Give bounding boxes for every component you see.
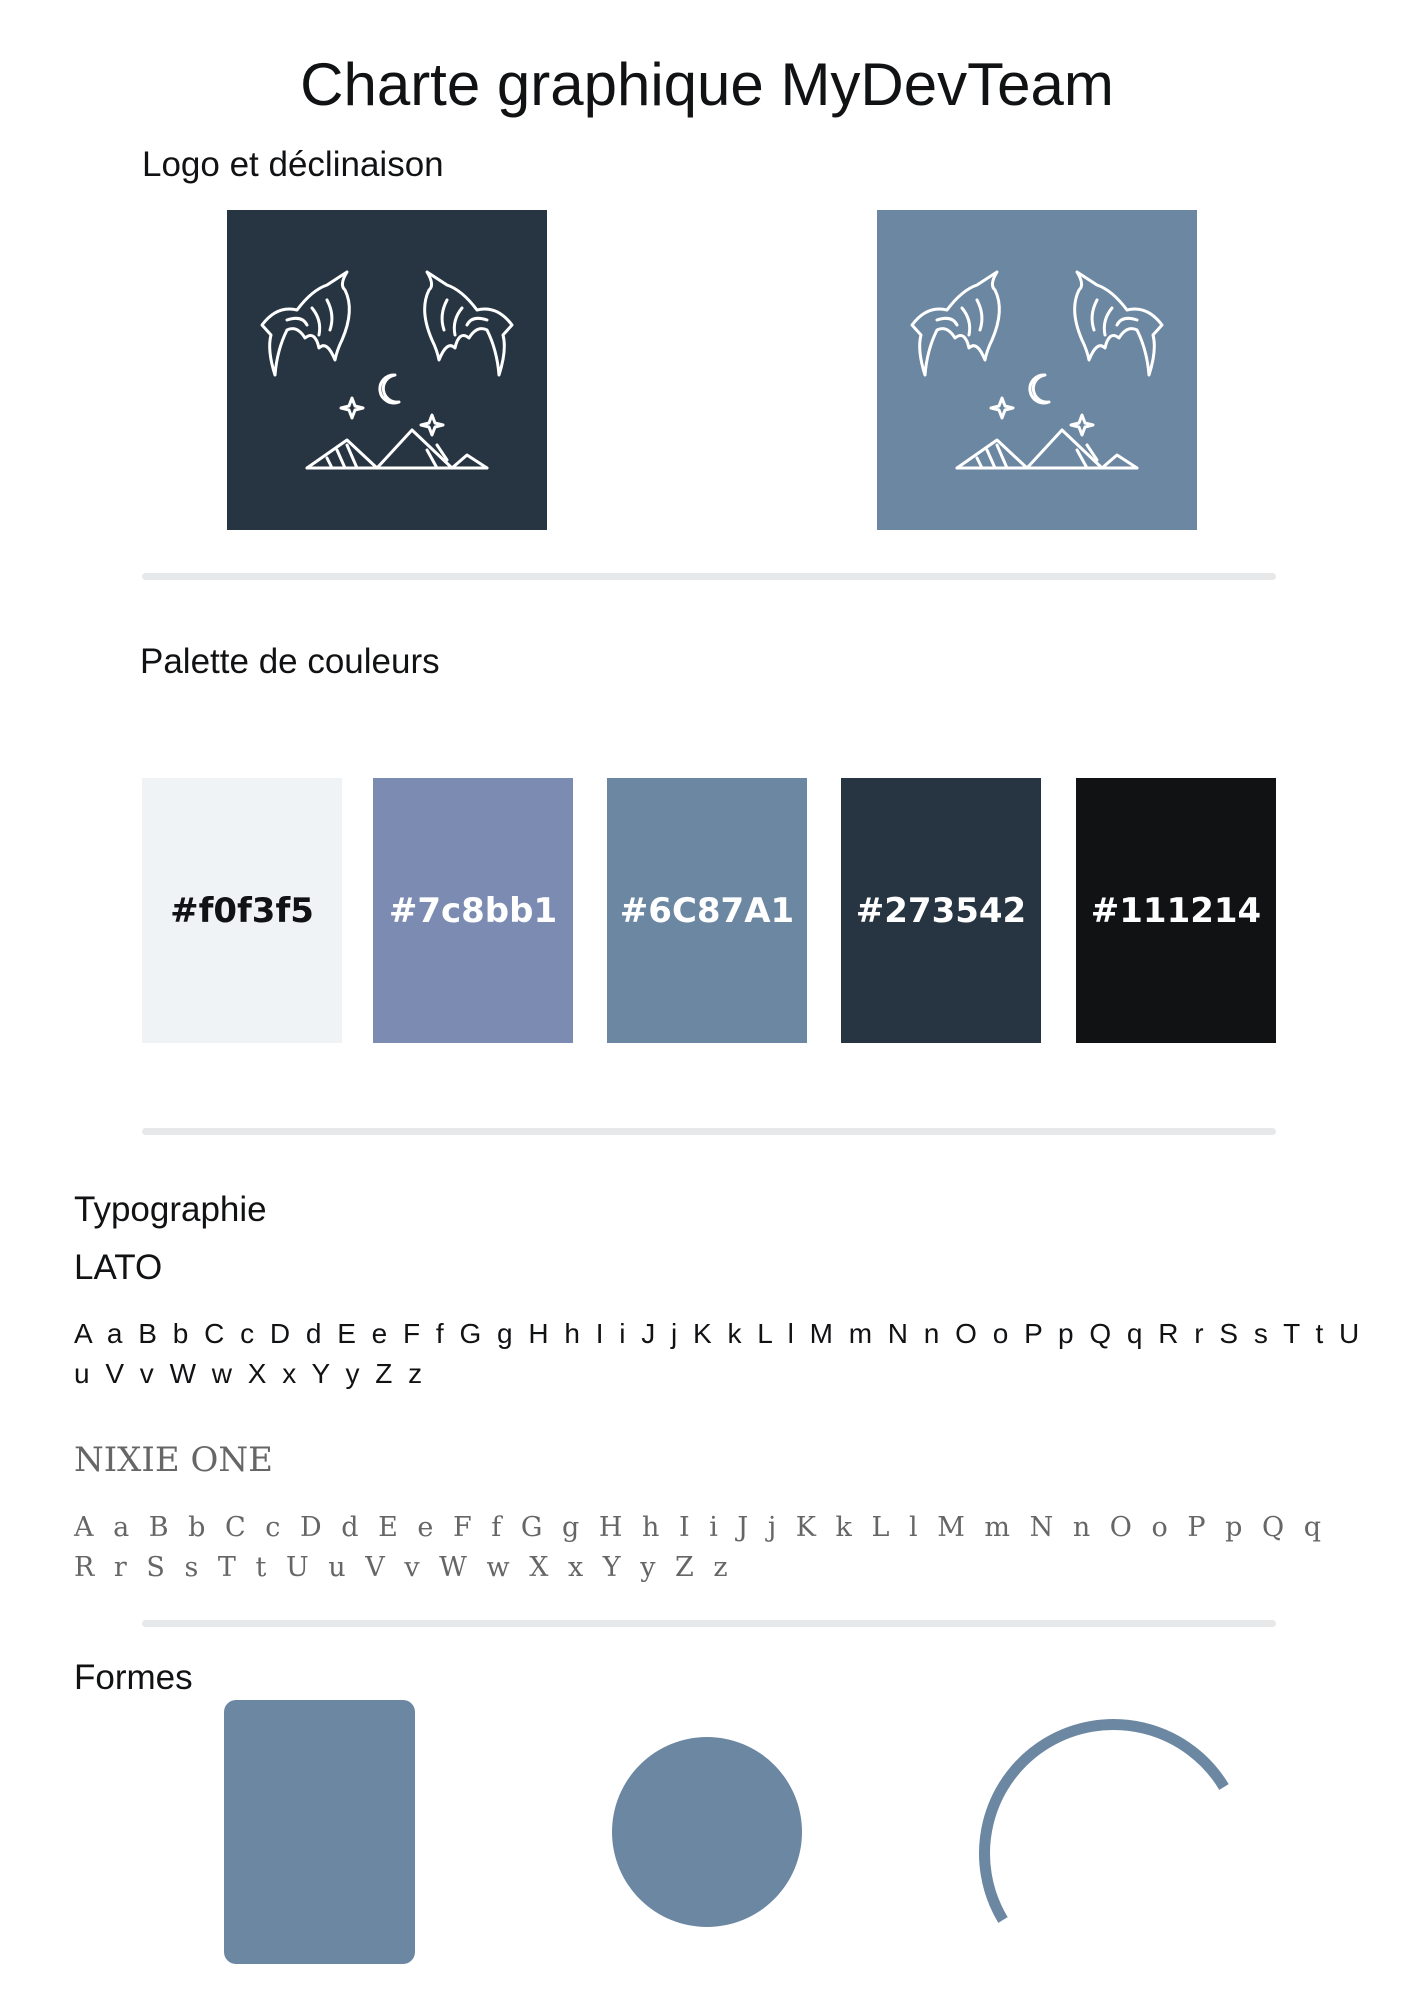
swatch-label: #111214 — [1090, 890, 1262, 931]
section-typography-heading: Typographie — [74, 1190, 267, 1229]
color-swatch: #6C87A1 — [607, 778, 807, 1043]
divider — [142, 1620, 1276, 1627]
divider — [142, 573, 1276, 580]
swatch-label: #6C87A1 — [619, 890, 795, 931]
color-swatch: #273542 — [841, 778, 1041, 1043]
howling-wolves-logo-icon — [227, 210, 547, 530]
logo-dark — [227, 210, 547, 530]
logo-light — [877, 210, 1197, 530]
divider — [142, 1128, 1276, 1135]
page-title: Charte graphique MyDevTeam — [300, 51, 1114, 118]
color-swatch: #111214 — [1076, 778, 1276, 1043]
section-logo-heading: Logo et déclinaison — [142, 145, 444, 184]
color-swatch: #f0f3f5 — [142, 778, 342, 1043]
font-name-nixie-one: NIXIE ONE — [74, 1440, 273, 1480]
howling-wolves-logo-alt-icon — [877, 210, 1197, 530]
section-shapes-heading: Formes — [74, 1658, 193, 1697]
font-sample-nixie-one: A a B b C c D d E e F f G g H h I i J j … — [74, 1512, 1325, 1583]
font-sample-lato: A a B b C c D d E e F f G g H h I i J j … — [74, 1318, 1362, 1389]
shape-rounded-rectangle — [224, 1700, 415, 1964]
swatch-label: #273542 — [855, 890, 1027, 931]
color-swatch: #7c8bb1 — [373, 778, 573, 1043]
swatch-label: #7c8bb1 — [388, 890, 558, 931]
shape-circle — [612, 1737, 802, 1927]
shape-arc — [979, 1719, 1229, 1923]
swatch-label: #f0f3f5 — [170, 890, 314, 931]
font-name-lato: LATO — [74, 1248, 163, 1287]
section-palette-heading: Palette de couleurs — [140, 642, 440, 681]
